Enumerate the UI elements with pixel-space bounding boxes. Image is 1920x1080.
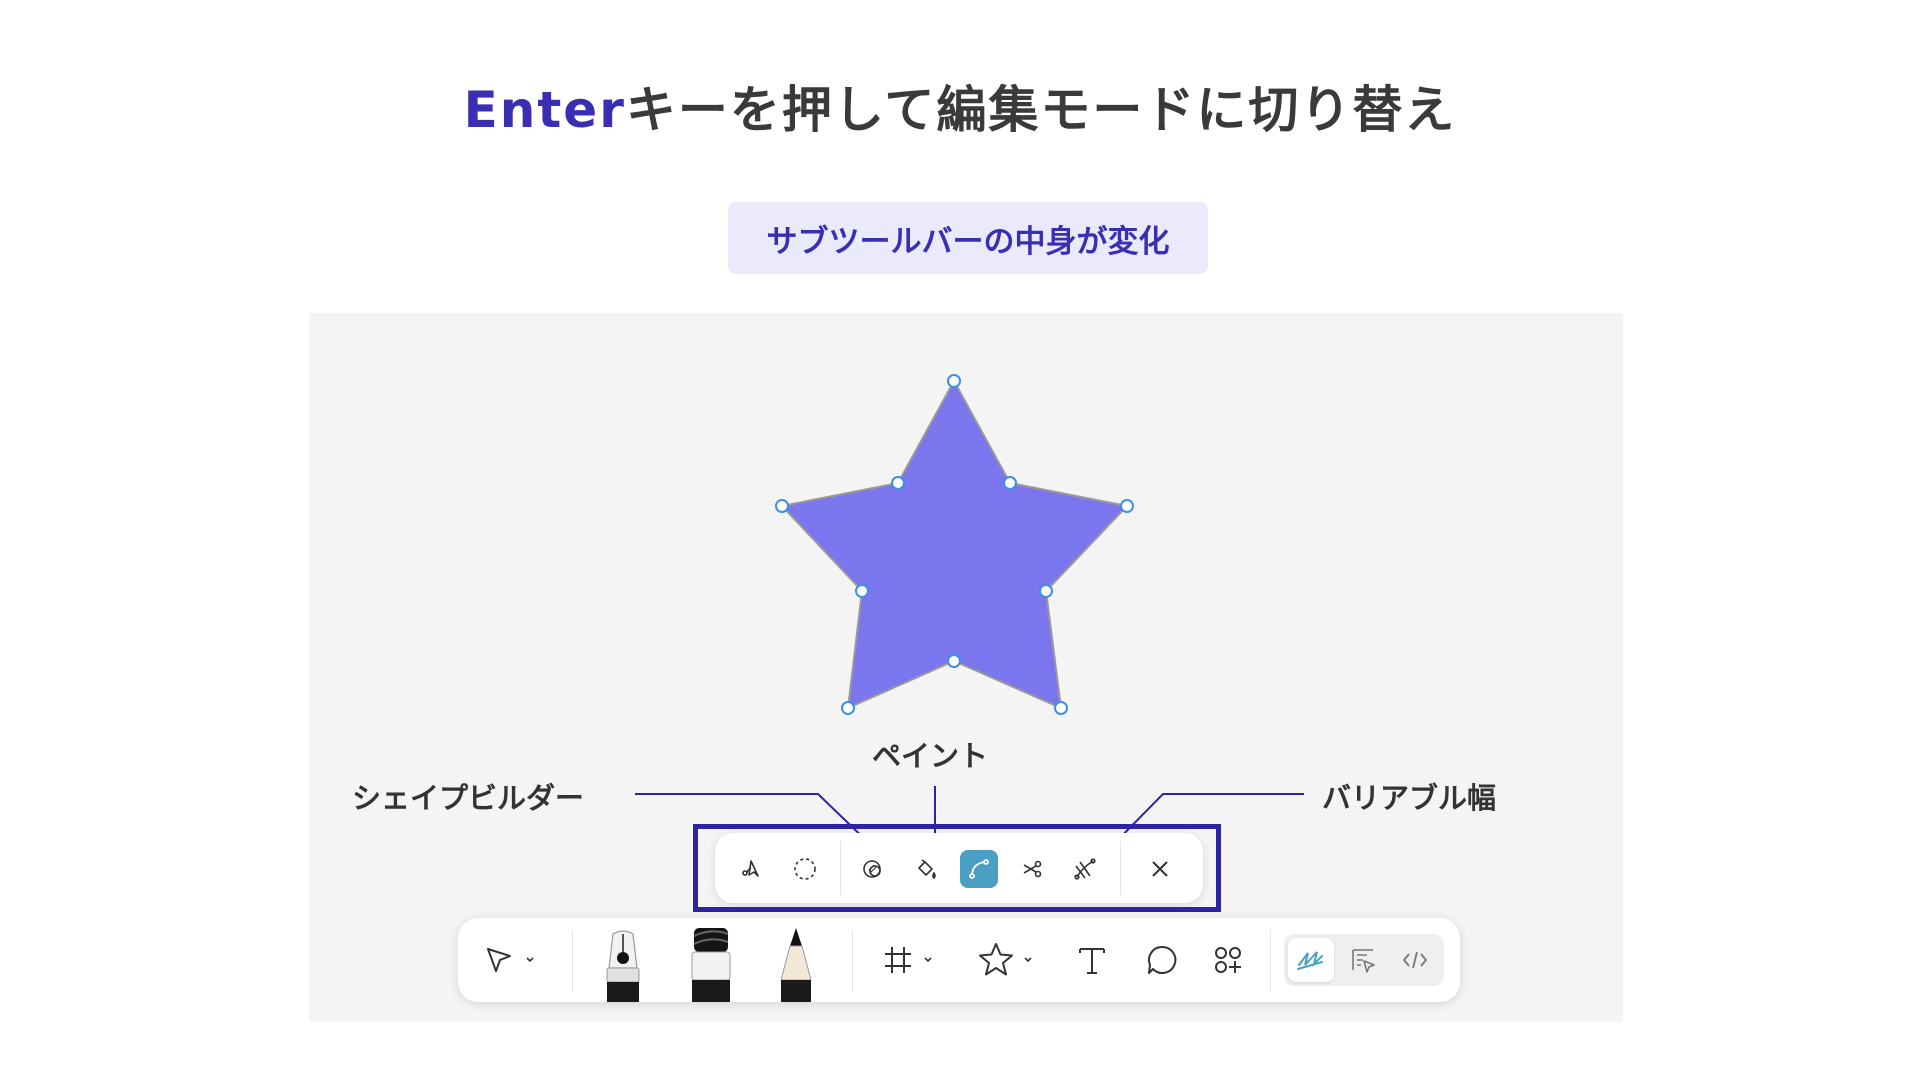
move-tool-menu-button[interactable]	[520, 948, 540, 972]
dev-mode-button[interactable]	[1392, 938, 1438, 982]
text-tool-button[interactable]	[1072, 940, 1112, 980]
chevron-down-icon	[924, 957, 932, 963]
pencil-tool-button[interactable]	[771, 926, 821, 1002]
frame-hash-icon	[885, 947, 911, 973]
marker-icon	[691, 928, 731, 1002]
widgets-icon	[1215, 947, 1241, 973]
frame-tool-button[interactable]	[880, 942, 916, 978]
mode-switcher	[1284, 934, 1444, 986]
star-shape[interactable]	[775, 374, 1134, 715]
pen-tool-button[interactable]	[598, 926, 648, 1002]
vertex-handle[interactable]	[891, 476, 905, 490]
callout-paint: ペイント	[872, 739, 989, 773]
dev-mode-icon	[1402, 951, 1428, 969]
comment-tool-button[interactable]	[1142, 940, 1182, 980]
pencil-icon	[780, 928, 812, 1002]
vertex-handle[interactable]	[775, 499, 789, 513]
vertex-handle[interactable]	[1120, 499, 1134, 513]
comment-icon	[1148, 945, 1177, 974]
vertex-handle[interactable]	[1003, 476, 1017, 490]
design-mode-icon	[1352, 949, 1375, 973]
text-icon	[1079, 948, 1105, 974]
toolbar-divider	[852, 930, 853, 992]
toolbar-divider	[1270, 930, 1271, 992]
frame-tool-menu-button[interactable]	[918, 948, 938, 972]
pen-nib-icon	[606, 930, 640, 1002]
move-pointer-icon	[487, 948, 511, 972]
vertex-handle[interactable]	[855, 584, 869, 598]
chevron-down-icon	[526, 957, 534, 963]
shape-tool-menu-button[interactable]	[1018, 948, 1038, 972]
main-toolbar	[458, 918, 1460, 1002]
vertex-handle[interactable]	[1039, 584, 1053, 598]
widgets-tool-button[interactable]	[1208, 940, 1248, 980]
star-shape-icon	[979, 943, 1013, 976]
callout-variable-width: バリアブル幅	[1322, 781, 1497, 815]
shape-tool-button[interactable]	[976, 940, 1016, 980]
design-mode-button[interactable]	[1340, 938, 1386, 982]
vertex-handle[interactable]	[841, 701, 855, 715]
sub-toolbar-highlight	[693, 824, 1221, 912]
move-tool-button[interactable]	[478, 940, 518, 980]
toolbar-divider	[572, 930, 573, 992]
callout-shape-builder: シェイプビルダー	[352, 781, 585, 815]
vertex-handle[interactable]	[947, 374, 961, 388]
vertex-handle[interactable]	[1054, 701, 1068, 715]
draw-mode-icon	[1297, 951, 1323, 970]
vertex-handle[interactable]	[947, 654, 961, 668]
marker-tool-button[interactable]	[686, 926, 736, 1002]
draw-mode-button[interactable]	[1288, 938, 1334, 982]
chevron-down-icon	[1024, 957, 1032, 963]
